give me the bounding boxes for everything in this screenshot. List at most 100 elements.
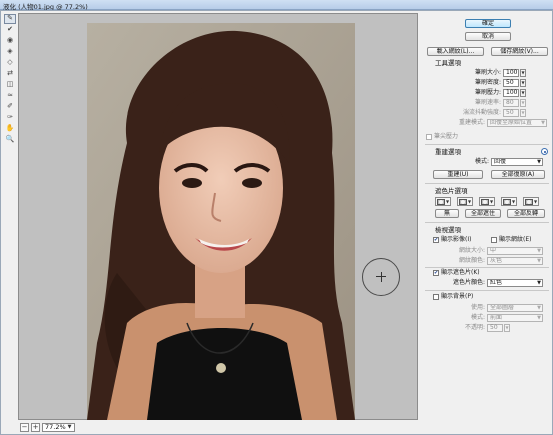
backdrop-mode-label: 模式: — [470, 314, 485, 321]
pucker-tool-button[interactable]: ◈ — [4, 47, 16, 57]
chevron-down-icon: ▼ — [537, 248, 541, 254]
chevron-down-icon: ▼ — [541, 120, 545, 126]
preview-canvas[interactable] — [18, 13, 418, 420]
mask-color-value: 紅色 — [490, 279, 503, 286]
status-bar: − + 77.2% ▼ — [18, 421, 418, 433]
replace-selection-button[interactable]: ▼ — [435, 197, 451, 206]
bloat-tool-icon: ◇ — [7, 58, 13, 67]
intersect-selection-button[interactable]: ▼ — [501, 197, 517, 206]
chevron-down-icon: ▼ — [467, 199, 472, 204]
reconstruct-mode-select[interactable]: 回復至原始位置 ▼ — [487, 119, 547, 127]
turbulent-jitter-dropdown[interactable]: ▼ — [520, 109, 526, 117]
mesh-size-label: 網紋大小: — [458, 247, 485, 254]
push-left-tool-icon: ⇄ — [7, 69, 13, 78]
zoom-tool-icon: 🔍 — [5, 135, 15, 144]
mask-all-button[interactable]: 全部遮住 — [465, 209, 501, 218]
reconstruct-tool-button[interactable]: ✔ — [4, 25, 16, 35]
brush-rate-label: 筆刷速率: — [474, 99, 501, 106]
chevron-down-icon: ▼ — [511, 199, 516, 204]
reconstruct-button[interactable]: 重建(U) — [433, 170, 483, 179]
reconstruct-mode-label: 重建模式: — [458, 119, 485, 126]
mesh-color-label: 網紋顏色: — [458, 257, 485, 264]
backdrop-use-label: 使用: — [470, 304, 485, 311]
show-backdrop-label: 顯示背景(P) — [441, 293, 474, 300]
mirror-tool-button[interactable]: ◫ — [4, 80, 16, 90]
reconstruct-options-heading: 重建選項 — [435, 148, 461, 156]
brush-size-label: 筆刷大小: — [474, 69, 501, 76]
brush-pressure-input[interactable]: 100 — [503, 89, 519, 97]
mesh-color-value: 灰色 — [490, 257, 503, 264]
save-mesh-button[interactable]: 儲存網紋(V)... — [491, 47, 548, 56]
freeze-mask-tool-icon: ✐ — [7, 102, 13, 111]
reconstruct-mode-value: 回復至原始位置 — [490, 119, 533, 126]
backdrop-opacity-label: 不透明: — [464, 324, 485, 331]
thaw-mask-tool-button[interactable]: ✑ — [4, 113, 16, 123]
divider — [425, 290, 549, 291]
mesh-size-select[interactable]: 中 ▼ — [487, 247, 543, 255]
cancel-button[interactable]: 取消 — [465, 32, 511, 41]
brush-crosshair — [380, 272, 382, 282]
thaw-mask-tool-icon: ✑ — [7, 113, 13, 122]
chevron-down-icon: ▼ — [533, 199, 538, 204]
chevron-down-icon: ▼ — [445, 199, 450, 204]
reconstruct-mode-select-2[interactable]: 回復 ▼ — [491, 158, 543, 166]
backdrop-opacity-dropdown[interactable]: ▼ — [504, 324, 510, 332]
mesh-color-select[interactable]: 灰色 ▼ — [487, 257, 543, 265]
turbulence-tool-button[interactable]: ≈ — [4, 91, 16, 101]
divider — [425, 144, 549, 145]
preview-photo — [87, 23, 355, 420]
brush-pressure-label: 筆刷壓力: — [474, 89, 501, 96]
forward-warp-tool-button[interactable]: ✎ — [4, 14, 16, 24]
show-image-checkbox[interactable]: ✔ — [433, 237, 439, 243]
brush-rate-input[interactable]: 80 — [503, 99, 519, 107]
brush-density-dropdown[interactable]: ▼ — [520, 79, 526, 87]
restore-all-button[interactable]: 全部復原(A) — [491, 170, 545, 179]
chevron-down-icon: ▼ — [537, 258, 541, 264]
brush-density-input[interactable]: 50 — [503, 79, 519, 87]
liquify-dialog: ✎ ✔ ◉ ◈ ◇ ⇄ ◫ ≈ ✐ ✑ ✋ 🔍 − + 77.2% ▼ 確定 取… — [0, 10, 553, 435]
options-panel: 確定 取消 載入網紋(L)... 儲存網紋(V)... 工具選項 筆刷大小: 1… — [421, 13, 551, 433]
load-mesh-button[interactable]: 載入網紋(L)... — [427, 47, 484, 56]
zoom-select[interactable]: 77.2% ▼ — [42, 422, 75, 432]
show-mesh-checkbox[interactable] — [491, 237, 497, 243]
chevron-down-icon: ▼ — [67, 424, 72, 430]
add-to-selection-button[interactable]: ▼ — [457, 197, 473, 206]
pucker-tool-icon: ◈ — [7, 47, 13, 56]
brush-size-input[interactable]: 100 — [503, 69, 519, 77]
mask-none-button[interactable]: 無 — [435, 209, 459, 218]
reconstruct-mode-label-2: 模式: — [474, 158, 489, 165]
mask-subtract-icon — [480, 198, 489, 205]
turbulent-jitter-input[interactable]: 50 — [503, 109, 519, 117]
turbulence-tool-icon: ≈ — [7, 91, 13, 100]
show-backdrop-checkbox[interactable] — [433, 294, 439, 300]
invert-selection-button[interactable]: ▼ — [523, 197, 539, 206]
brush-rate-dropdown[interactable]: ▼ — [520, 99, 526, 107]
subtract-from-selection-button[interactable]: ▼ — [479, 197, 495, 206]
chevron-down-icon: ▼ — [537, 305, 541, 311]
tool-palette: ✎ ✔ ◉ ◈ ◇ ⇄ ◫ ≈ ✐ ✑ ✋ 🔍 — [3, 14, 17, 143]
reconstruct-tool-icon: ✔ — [7, 25, 13, 34]
stylus-pressure-label: 筆尖壓力 — [434, 133, 459, 140]
zoom-in-button[interactable]: + — [31, 422, 40, 432]
mask-color-select[interactable]: 紅色 ▼ — [487, 279, 543, 287]
zoom-out-button[interactable]: − — [20, 422, 29, 432]
mirror-tool-icon: ◫ — [6, 80, 14, 89]
backdrop-opacity-input[interactable]: 50 — [487, 324, 503, 332]
show-mesh-label: 顯示網紋(E) — [499, 236, 532, 243]
backdrop-use-select[interactable]: 全部圖層 ▼ — [487, 304, 543, 312]
backdrop-mode-select[interactable]: 前面 ▼ — [487, 314, 543, 322]
stylus-pressure-checkbox[interactable] — [426, 134, 432, 140]
show-mask-checkbox[interactable]: ✔ — [433, 270, 439, 276]
twirl-clockwise-tool-button[interactable]: ◉ — [4, 36, 16, 46]
section-radio-icon[interactable] — [541, 148, 548, 155]
show-mask-label: 顯示遮色片(K) — [441, 269, 480, 276]
freeze-mask-tool-button[interactable]: ✐ — [4, 102, 16, 112]
brush-size-dropdown[interactable]: ▼ — [520, 69, 526, 77]
zoom-tool-button[interactable]: 🔍 — [4, 135, 16, 145]
push-left-tool-button[interactable]: ⇄ — [4, 69, 16, 79]
brush-pressure-dropdown[interactable]: ▼ — [520, 89, 526, 97]
hand-tool-button[interactable]: ✋ — [4, 124, 16, 134]
invert-all-button[interactable]: 全部反轉 — [507, 209, 545, 218]
ok-button[interactable]: 確定 — [465, 19, 511, 28]
bloat-tool-button[interactable]: ◇ — [4, 58, 16, 68]
